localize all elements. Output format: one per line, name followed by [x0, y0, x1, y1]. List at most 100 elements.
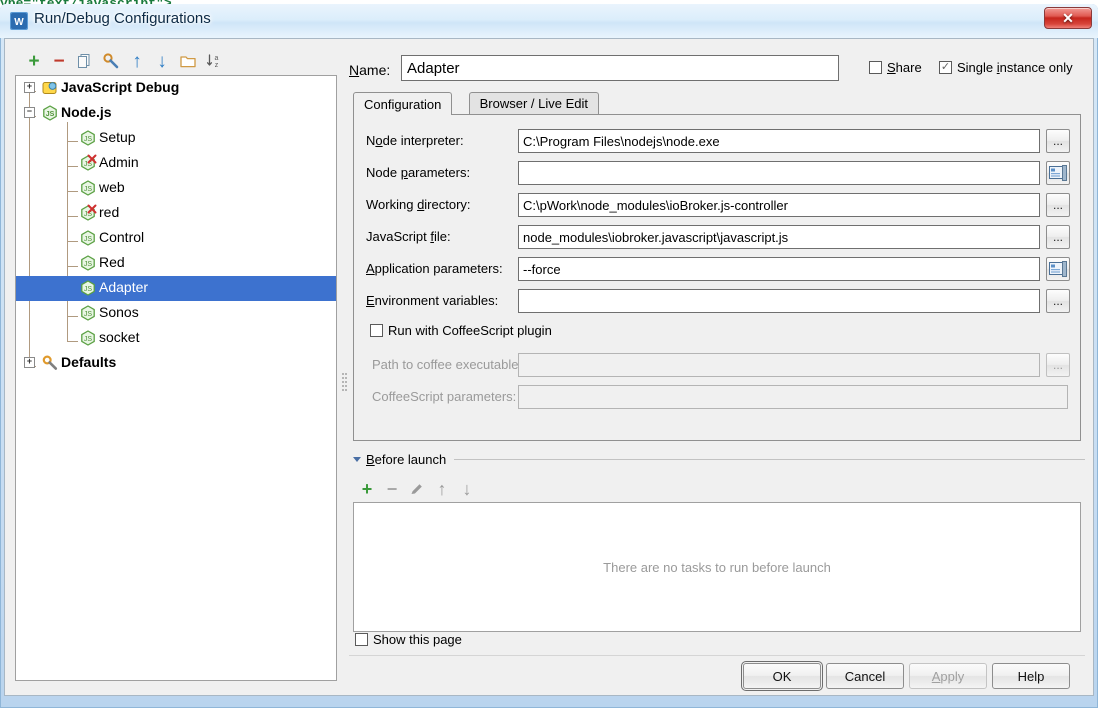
edit-defaults-button[interactable]: [100, 50, 122, 72]
tree-item-label: Red: [99, 254, 125, 270]
before-launch-empty-text: There are no tasks to run before launch: [603, 559, 831, 575]
tab-browser-live-edit[interactable]: Browser / Live Edit: [468, 92, 599, 114]
button-bar-separator: [349, 655, 1085, 656]
tree-item-sonos[interactable]: JS Sonos: [16, 301, 336, 326]
close-button[interactable]: ✕: [1044, 7, 1092, 29]
tree-item-label: red: [99, 204, 120, 220]
tree-item-node-js[interactable]: − JS Node.js: [16, 101, 336, 126]
nodejs-icon: JS: [80, 130, 96, 146]
tree-expander-defaults[interactable]: +: [24, 357, 35, 368]
show-this-page-checkbox-box[interactable]: [355, 633, 368, 646]
svg-text:JS: JS: [84, 286, 93, 293]
before-launch-title: Before launch: [366, 451, 447, 467]
tree-item-red[interactable]: JS Red: [16, 251, 336, 276]
field-input[interactable]: [518, 193, 1040, 217]
field-input[interactable]: [518, 161, 1040, 185]
field-input[interactable]: [518, 225, 1040, 249]
tree-item-defaults[interactable]: + Defaults: [16, 351, 336, 376]
single-instance-checkbox-box[interactable]: ✓: [939, 61, 952, 74]
tab-label: Browser / Live Edit: [479, 96, 588, 111]
share-checkbox-box[interactable]: [869, 61, 882, 74]
tree-item-label: web: [99, 179, 125, 195]
tab-strip: Configuration Browser / Live Edit: [353, 92, 1085, 115]
tree-item-setup[interactable]: JS Setup: [16, 126, 336, 151]
field-label: CoffeeScript parameters:: [372, 389, 517, 404]
field-label: JavaScript file:: [366, 229, 451, 244]
tree-expander-javascript-debug[interactable]: +: [24, 82, 35, 93]
remove-task-button: −: [386, 479, 398, 499]
tree-item-red[interactable]: JS red: [16, 201, 336, 226]
configurations-panel: + − ↑ ↓ a z + JavaScript Debug − JS Node.js JS Setu…: [15, 47, 337, 681]
tree-item-socket[interactable]: JS socket: [16, 326, 336, 351]
field-input[interactable]: [518, 289, 1040, 313]
move-down-button[interactable]: ↓: [151, 50, 173, 72]
nodejs-icon: JS: [80, 230, 96, 246]
panel-splitter[interactable]: [341, 371, 347, 401]
field-row: JavaScript file:...: [354, 223, 1082, 251]
title-bar: W Run/Debug Configurations ✕: [0, 4, 1098, 38]
before-launch-collapse-icon[interactable]: [353, 456, 361, 462]
configurations-tree[interactable]: + JavaScript Debug − JS Node.js JS Setup JS Admi…: [15, 75, 337, 681]
copy-configuration-button[interactable]: [74, 50, 96, 72]
field-input: [518, 353, 1040, 377]
tree-item-label: Sonos: [99, 304, 139, 320]
tree-expander-node-js[interactable]: −: [24, 107, 35, 118]
tree-item-label: Setup: [99, 129, 136, 145]
field-row-disabled: CoffeeScript parameters:: [354, 383, 1082, 411]
remove-configuration-button[interactable]: −: [48, 50, 70, 72]
browse-button[interactable]: ...: [1046, 225, 1070, 249]
svg-text:JS: JS: [84, 261, 93, 268]
field-label: Node interpreter:: [366, 133, 464, 148]
svg-text:W: W: [14, 17, 24, 28]
field-row: Node parameters:: [354, 159, 1082, 187]
add-task-button[interactable]: +: [355, 477, 379, 501]
tree-item-web[interactable]: JS web: [16, 176, 336, 201]
tree-item-label: Admin: [99, 154, 139, 170]
help-button[interactable]: Help: [992, 663, 1070, 689]
nodejs-icon: JS: [42, 105, 58, 121]
nodejs-icon: JS: [80, 330, 96, 346]
show-this-page-checkbox[interactable]: Show this page: [355, 632, 462, 647]
coffeescript-checkbox-box[interactable]: [370, 324, 383, 337]
coffeescript-checkbox[interactable]: Run with CoffeeScript plugin: [370, 323, 552, 338]
field-input[interactable]: [518, 257, 1040, 281]
nodejs-icon: JS: [80, 180, 96, 196]
tree-item-label: Node.js: [61, 104, 112, 120]
tree-item-adapter[interactable]: JS Adapter: [16, 276, 336, 301]
tab-configuration[interactable]: Configuration: [353, 92, 453, 115]
ellipsis-icon: ...: [1052, 134, 1063, 148]
field-input[interactable]: [518, 129, 1040, 153]
tree-item-admin[interactable]: JS Admin: [16, 151, 336, 176]
cancel-button[interactable]: Cancel: [826, 663, 904, 689]
svg-text:JS: JS: [84, 186, 93, 193]
name-input[interactable]: [401, 55, 839, 81]
show-this-page-label: Show this page: [373, 632, 462, 647]
create-folder-button[interactable]: [177, 50, 199, 72]
browse-button[interactable]: ...: [1046, 193, 1070, 217]
single-instance-checkbox[interactable]: ✓ Single instance only: [939, 60, 1073, 75]
browse-button[interactable]: ...: [1046, 129, 1070, 153]
browse-button: ...: [1046, 353, 1070, 377]
move-up-button[interactable]: ↑: [126, 50, 148, 72]
browse-button[interactable]: ...: [1046, 289, 1070, 313]
expand-editor-button[interactable]: [1046, 257, 1070, 281]
expand-editor-button[interactable]: [1046, 161, 1070, 185]
add-configuration-button[interactable]: +: [23, 50, 45, 72]
tree-item-label: JavaScript Debug: [61, 79, 180, 95]
sort-configurations-button[interactable]: az: [203, 50, 225, 72]
move-task-up-button: ↑: [437, 479, 447, 499]
nodejs-icon: JS: [80, 280, 96, 296]
configurations-toolbar: + − ↑ ↓ a z: [19, 47, 329, 75]
name-label-mnemonic: N: [349, 62, 360, 78]
field-row: Working directory:...: [354, 191, 1082, 219]
svg-text:JS: JS: [84, 236, 93, 243]
share-checkbox[interactable]: Share: [869, 60, 922, 75]
tree-item-control[interactable]: JS Control: [16, 226, 336, 251]
single-instance-checkbox-label: Single instance only: [957, 60, 1073, 75]
tree-item-javascript-debug[interactable]: + JavaScript Debug: [16, 76, 336, 101]
svg-text:JS: JS: [46, 111, 55, 118]
before-launch-task-list[interactable]: There are no tasks to run before launch: [353, 502, 1081, 632]
ok-button[interactable]: OK: [741, 661, 823, 691]
defaults-wrench-icon: [42, 355, 58, 371]
name-label: Name:: [349, 62, 391, 78]
